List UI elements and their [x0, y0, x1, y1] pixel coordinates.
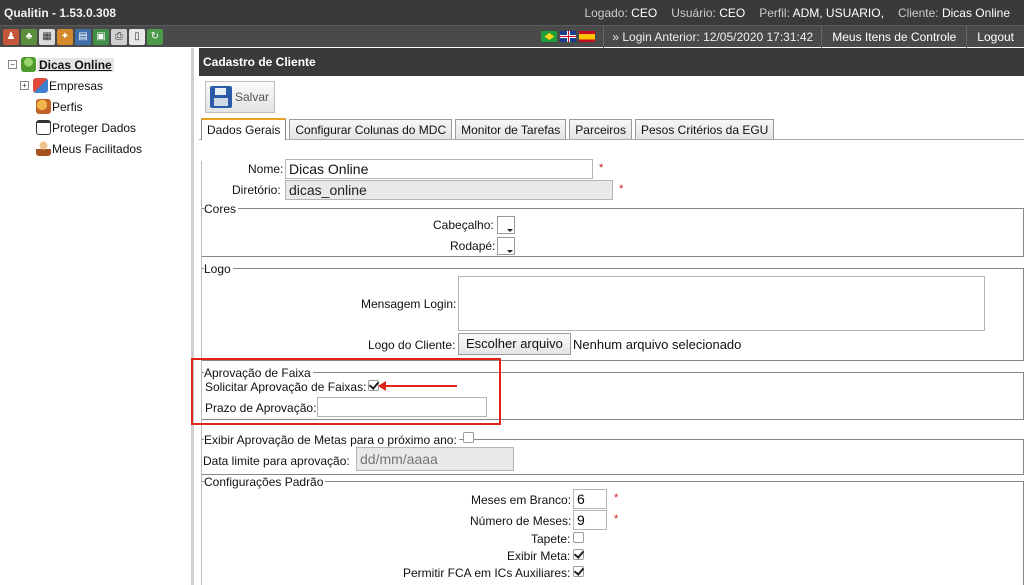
- toolbar-right: » Login Anterior: 12/05/2020 17:31:42 Me…: [533, 25, 1024, 48]
- title-bar: Qualitin - 1.53.0.308 Logado: CEO Usuári…: [0, 0, 1024, 25]
- app-title: Qualitin - 1.53.0.308: [4, 5, 117, 20]
- deadline-date-input: [356, 447, 514, 471]
- save-button-label: Salvar: [235, 90, 270, 104]
- calendar-lock-icon: [36, 120, 51, 135]
- tree-item-label: Proteger Dados: [52, 120, 137, 135]
- docs-icon[interactable]: ▤: [75, 28, 91, 45]
- name-label: Nome:: [248, 162, 284, 176]
- user-value: CEO: [719, 5, 746, 20]
- num-months-input[interactable]: [573, 510, 607, 530]
- print-icon[interactable]: ⎙: [111, 28, 127, 45]
- login-message-label: Mensagem Login:: [361, 297, 457, 311]
- user-label: Usuário:: [671, 5, 716, 20]
- annotation-highlight-box: [191, 358, 501, 425]
- tab-monitor-tarefas[interactable]: Monitor de Tarefas: [455, 119, 567, 139]
- tab-pesos-criterios[interactable]: Pesos Critérios da EGU: [634, 119, 775, 139]
- footer-color-picker[interactable]: [497, 237, 515, 255]
- logo-legend: Logo: [204, 262, 233, 276]
- required-mark: *: [619, 183, 624, 195]
- show-goals-checkbox[interactable]: [463, 432, 474, 443]
- defaults-fieldset: Configurações Padrão: [202, 475, 1024, 585]
- toolbar-icons: ♟ ♣ ▦ ✦ ▤ ▣ ⎙ ▯ ↻: [0, 28, 163, 45]
- tab-configurar-colunas[interactable]: Configurar Colunas do MDC: [289, 119, 453, 139]
- deadline-date-label: Data limite para aprovação:: [203, 454, 350, 468]
- profile-label: Perfil:: [759, 5, 790, 20]
- logout-link[interactable]: Logout: [967, 26, 1024, 48]
- person-icon: [36, 141, 51, 156]
- navigation-tree: − Dicas Online + Empresas Perfis Protege…: [0, 48, 191, 159]
- carpet-checkbox[interactable]: [573, 532, 584, 543]
- num-months-label: Número de Meses:: [470, 514, 572, 528]
- action-bar: Salvar: [199, 76, 1024, 118]
- header-color-label: Cabeçalho:: [433, 218, 494, 232]
- show-goal-label: Exibir Meta:: [507, 549, 571, 563]
- blank-months-input[interactable]: [573, 489, 607, 509]
- tree-item-label: Perfis: [52, 99, 83, 114]
- export-icon[interactable]: ▣: [93, 28, 109, 45]
- defaults-legend: Configurações Padrão: [204, 475, 326, 489]
- required-mark: *: [614, 513, 619, 525]
- allow-fca-label: Permitir FCA em ICs Auxiliares:: [403, 566, 571, 580]
- header-color-picker[interactable]: [497, 216, 515, 234]
- org-icon[interactable]: ♣: [21, 28, 37, 45]
- navigation-tree-panel: − Dicas Online + Empresas Perfis Protege…: [0, 48, 194, 585]
- users-icon[interactable]: ♟: [3, 28, 19, 45]
- tasks-icon[interactable]: ✦: [57, 28, 73, 45]
- collapse-toggle-icon[interactable]: −: [8, 60, 17, 69]
- blank-months-label: Meses em Branco:: [471, 493, 572, 507]
- show-goals-label: Exibir Aprovação de Metas para o próximo…: [204, 433, 459, 447]
- floppy-disk-icon: [210, 86, 232, 108]
- client-label: Cliente:: [897, 5, 939, 20]
- tree-item-proteger-dados[interactable]: Proteger Dados: [8, 117, 191, 138]
- spain-flag-icon[interactable]: [579, 31, 596, 42]
- tree-root-label[interactable]: Dicas Online: [37, 57, 114, 72]
- directory-label: Diretório:: [232, 183, 281, 197]
- colors-fieldset: Cores: [202, 202, 1024, 257]
- my-items-link[interactable]: Meus Itens de Controle: [822, 25, 968, 48]
- client-node-icon: [21, 57, 36, 72]
- required-mark: *: [614, 492, 619, 504]
- required-mark: *: [599, 162, 604, 174]
- refresh-icon[interactable]: ↻: [147, 28, 163, 45]
- directory-input: [285, 180, 613, 200]
- tab-bar: Dados Gerais Configurar Colunas do MDC M…: [199, 118, 1024, 140]
- footer-color-label: Rodapé:: [450, 239, 496, 253]
- book-icon[interactable]: ▯: [129, 28, 145, 45]
- brazil-flag-icon[interactable]: [541, 31, 558, 42]
- login-message-textarea[interactable]: [458, 276, 985, 331]
- main-toolbar: ♟ ♣ ▦ ✦ ▤ ▣ ⎙ ▯ ↻ » Login Anterior: 12/0…: [0, 25, 1024, 48]
- logged-label: Logado:: [584, 5, 628, 20]
- tree-item-label: Empresas: [49, 78, 104, 93]
- profile-value: ADM, USUARIO,: [792, 5, 884, 20]
- no-file-selected-text: Nenhum arquivo selecionado: [573, 337, 742, 352]
- tab-parceiros[interactable]: Parceiros: [569, 119, 632, 139]
- uk-flag-icon[interactable]: [560, 31, 577, 42]
- tree-item-perfis[interactable]: Perfis: [8, 96, 191, 117]
- tab-dados-gerais[interactable]: Dados Gerais: [201, 118, 287, 140]
- save-button[interactable]: Salvar: [205, 81, 276, 113]
- session-info: Logado: CEO Usuário: CEO Perfil: ADM, US…: [570, 6, 1024, 20]
- calendar-icon[interactable]: ▦: [39, 28, 55, 45]
- carpet-label: Tapete:: [531, 532, 571, 546]
- allow-fca-checkbox[interactable]: [573, 566, 584, 577]
- tab-content: Nome: * Diretório: * Cores Cabeçalho: Ro…: [191, 159, 1024, 585]
- last-login: » Login Anterior: 12/05/2020 17:31:42: [604, 25, 823, 48]
- tree-root-row[interactable]: − Dicas Online: [8, 54, 191, 75]
- companies-icon: [33, 78, 48, 93]
- tree-item-label: Meus Facilitados: [52, 141, 143, 156]
- profiles-icon: [36, 99, 51, 114]
- logged-value: CEO: [631, 5, 658, 20]
- expand-toggle-icon[interactable]: +: [20, 81, 29, 90]
- colors-legend: Cores: [204, 202, 239, 216]
- client-logo-label: Logo do Cliente:: [368, 338, 456, 352]
- panel-title: Cadastro de Cliente: [199, 48, 1024, 76]
- language-flags: [533, 25, 605, 48]
- tree-item-meus-facilitados[interactable]: Meus Facilitados: [8, 138, 191, 159]
- tree-item-empresas[interactable]: + Empresas: [8, 75, 191, 96]
- name-input[interactable]: [285, 159, 593, 179]
- client-value: Dicas Online: [941, 5, 1010, 20]
- client-form-panel: Cadastro de Cliente Salvar Dados Gerais …: [191, 48, 1024, 585]
- choose-file-button[interactable]: Escolher arquivo: [458, 333, 571, 355]
- show-goal-checkbox[interactable]: [573, 549, 584, 560]
